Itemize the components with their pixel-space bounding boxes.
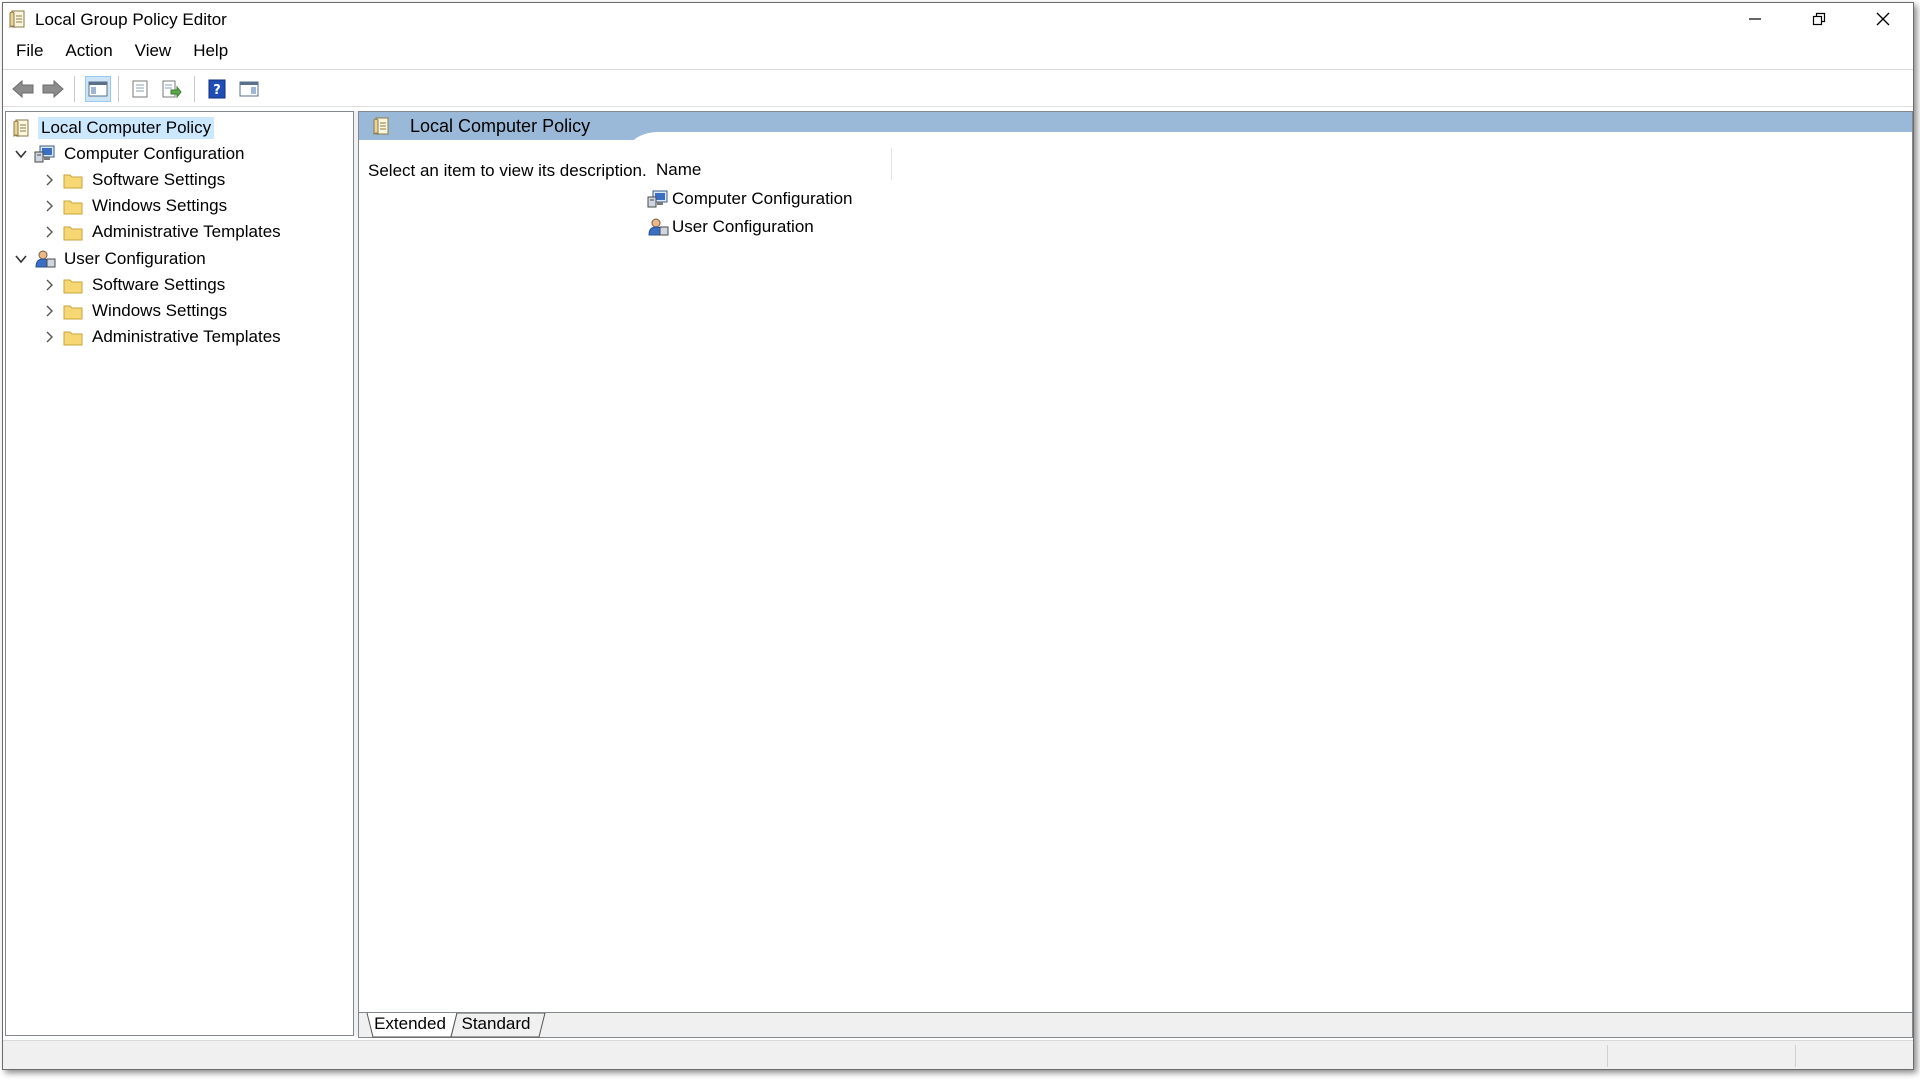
description-text: Select an item to view its description. [368,161,647,180]
help-button[interactable]: ? [204,76,230,102]
chevron-right-icon[interactable] [42,304,56,318]
restore-button[interactable] [1787,3,1851,35]
policy-document-icon [373,117,391,136]
toolbar-separator [194,76,195,102]
details-pane: Local Computer Policy Select an item to … [358,111,1913,1013]
svg-text:?: ? [213,83,221,98]
computer-config-icon [34,144,56,164]
tree-item-computer-windows-settings[interactable]: Windows Settings [42,194,230,218]
policy-document-icon [11,118,33,138]
menu-file[interactable]: File [3,37,54,65]
menu-view[interactable]: View [124,37,183,65]
user-config-icon [34,249,56,269]
forward-arrow-icon [42,80,64,98]
tree-item-computer-software-settings[interactable]: Software Settings [42,168,228,192]
menu-bar: File Action View Help [3,37,1913,65]
tree-item-computer-configuration[interactable]: Computer Configuration [14,142,247,166]
header-band [359,112,1912,140]
column-header-label: Name [656,160,702,179]
back-arrow-icon [12,80,34,98]
details-header: Local Computer Policy [359,112,1912,140]
console-tree-icon [88,81,108,97]
status-separator [1795,1045,1796,1067]
chevron-right-icon[interactable] [42,225,56,239]
tree-item-label: Local Computer Policy [38,117,215,139]
status-separator [1607,1045,1608,1067]
tree-item-label: Software Settings [92,275,226,294]
tree-item-user-software-settings[interactable]: Software Settings [42,273,228,297]
chevron-right-icon[interactable] [42,330,56,344]
tree-item-label: Administrative Templates [92,222,281,241]
menu-help[interactable]: Help [182,37,239,65]
forward-button[interactable] [40,76,66,102]
tree-item-label: Administrative Templates [92,327,281,346]
export-list-icon [162,80,182,98]
tree-item-label: Computer Configuration [64,144,245,163]
folder-icon [62,327,84,347]
user-config-icon [647,217,669,237]
back-button[interactable] [10,76,36,102]
list-item-label: User Configuration [672,217,814,236]
tree-item-user-configuration[interactable]: User Configuration [14,247,209,271]
tab-standard[interactable]: Standard [451,1013,541,1037]
chevron-right-icon[interactable] [42,173,56,187]
folder-icon [62,222,84,242]
chevron-right-icon[interactable] [42,278,56,292]
export-list-button[interactable] [159,76,185,102]
minimize-icon [1749,18,1761,20]
gpedit-window: Local Group Policy Editor File Action Vi… [2,2,1914,1070]
chevron-down-icon[interactable] [14,252,28,266]
restore-icon [1812,12,1826,26]
list-item-user-configuration[interactable]: User Configuration [647,215,814,239]
details-title: Local Computer Policy [410,116,591,136]
minimize-button[interactable] [1723,3,1787,35]
close-button[interactable] [1851,3,1913,35]
tree-item-computer-administrative-templates[interactable]: Administrative Templates [42,220,284,244]
list-item-label: Computer Configuration [672,189,853,208]
column-header-name[interactable]: Name [645,148,892,180]
folder-icon [62,170,84,190]
tree-item-local-computer-policy[interactable]: Local Computer Policy [11,116,215,140]
folder-icon [62,275,84,295]
chevron-right-icon[interactable] [42,199,56,213]
title-bar[interactable]: Local Group Policy Editor [3,3,1913,35]
tree-item-label: Windows Settings [92,196,228,215]
menu-action[interactable]: Action [54,37,123,65]
list-item-computer-configuration[interactable]: Computer Configuration [647,187,852,211]
help-icon: ? [208,79,226,99]
properties-icon [132,80,148,98]
details-list[interactable]: Name Computer Configuration User Configu… [645,148,1912,1008]
toolbar: ? [3,69,1913,107]
tree-item-label: User Configuration [64,249,206,268]
tree-item-user-windows-settings[interactable]: Windows Settings [42,299,230,323]
tree-item-label: Windows Settings [92,301,228,320]
console-tree[interactable]: Local Computer Policy Computer Configura… [5,111,354,1036]
policy-document-icon [9,10,27,29]
toolbar-separator [74,76,75,102]
tree-item-user-administrative-templates[interactable]: Administrative Templates [42,325,284,349]
tab-extended[interactable]: Extended [367,1013,453,1037]
computer-config-icon [647,189,669,209]
properties-button[interactable] [127,76,153,102]
close-icon [1876,12,1890,26]
chevron-down-icon[interactable] [14,147,28,161]
toolbar-separator [118,76,119,102]
folder-icon [62,301,84,321]
view-tabs: Extended Standard [358,1013,1913,1038]
tree-item-label: Software Settings [92,170,226,189]
window-title: Local Group Policy Editor [35,10,227,29]
show-hide-console-tree-button[interactable] [85,76,111,102]
action-pane-icon [239,81,259,97]
status-bar [3,1040,1913,1069]
show-hide-action-pane-button[interactable] [236,76,262,102]
folder-icon [62,196,84,216]
